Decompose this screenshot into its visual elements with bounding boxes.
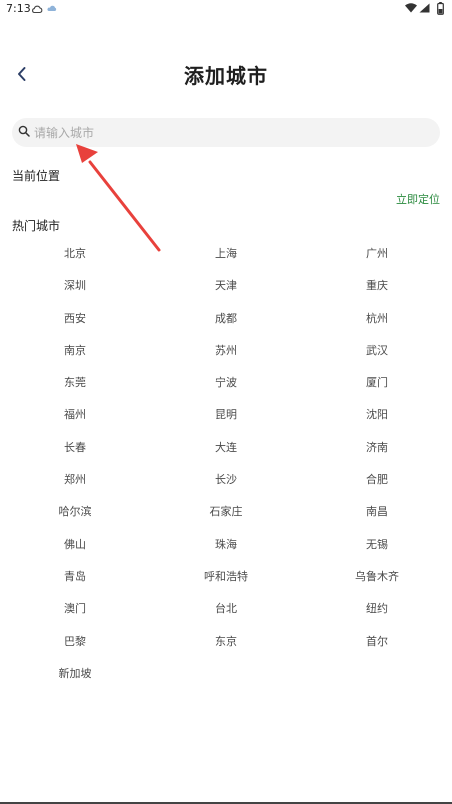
weather-icon	[47, 5, 57, 11]
add-city-screen: 7:13 添加城市 当前位置	[0, 0, 452, 804]
city-item[interactable]: 南京	[0, 335, 150, 367]
city-item[interactable]: 乌鲁木齐	[302, 561, 452, 593]
city-item[interactable]: 青岛	[0, 561, 150, 593]
city-item[interactable]: 深圳	[0, 270, 150, 302]
city-item[interactable]: 佛山	[0, 529, 150, 561]
city-item[interactable]: 巴黎	[0, 626, 150, 658]
search-bar[interactable]	[12, 118, 440, 147]
city-item[interactable]: 台北	[150, 593, 302, 625]
city-item[interactable]: 成都	[150, 303, 302, 335]
locate-now-button[interactable]: 立即定位	[396, 191, 440, 207]
city-item[interactable]: 石家庄	[150, 496, 302, 528]
city-item[interactable]: 澳门	[0, 593, 150, 625]
city-item[interactable]: 长沙	[150, 464, 302, 496]
city-item[interactable]: 昆明	[150, 399, 302, 431]
city-item[interactable]: 上海	[150, 238, 302, 270]
search-input[interactable]	[34, 122, 424, 143]
city-item[interactable]: 西安	[0, 303, 150, 335]
city-item[interactable]: 南昌	[302, 496, 452, 528]
city-item[interactable]: 北京	[0, 238, 150, 270]
city-item[interactable]: 苏州	[150, 335, 302, 367]
page-title: 添加城市	[184, 64, 268, 88]
status-time: 7:13	[6, 2, 31, 15]
wifi-icon	[405, 3, 417, 13]
city-item[interactable]: 福州	[0, 399, 150, 431]
city-item[interactable]: 杭州	[302, 303, 452, 335]
city-item[interactable]: 新加坡	[0, 658, 150, 690]
city-item[interactable]: 合肥	[302, 464, 452, 496]
city-item[interactable]: 郑州	[0, 464, 150, 496]
city-item[interactable]: 东京	[150, 626, 302, 658]
city-item[interactable]: 长春	[0, 432, 150, 464]
hot-cities-grid: 北京 上海 广州深圳 天津 重庆西安 成都 杭州南京 苏州 武汉东莞 宁波 厦门福州 昆明 沈阳长春 大连…	[0, 238, 452, 690]
city-item[interactable]: 大连	[150, 432, 302, 464]
city-item[interactable]: 首尔	[302, 626, 452, 658]
city-item[interactable]: 重庆	[302, 270, 452, 302]
city-item[interactable]: 宁波	[150, 367, 302, 399]
city-item[interactable]: 珠海	[150, 529, 302, 561]
city-item[interactable]: 哈尔滨	[0, 496, 150, 528]
header: 添加城市	[0, 52, 452, 96]
city-item[interactable]: 东莞	[0, 367, 150, 399]
cloud-icon	[32, 5, 43, 14]
search-icon	[18, 125, 30, 137]
battery-icon	[437, 2, 444, 15]
city-item[interactable]: 天津	[150, 270, 302, 302]
city-item[interactable]: 厦门	[302, 367, 452, 399]
city-item[interactable]: 呼和浩特	[150, 561, 302, 593]
city-item[interactable]: 济南	[302, 432, 452, 464]
city-item[interactable]: 广州	[302, 238, 452, 270]
city-item[interactable]: 武汉	[302, 335, 452, 367]
city-item[interactable]: 纽约	[302, 593, 452, 625]
current-location-label: 当前位置	[12, 169, 61, 183]
signal-icon	[419, 3, 430, 13]
city-item[interactable]: 无锡	[302, 529, 452, 561]
city-item[interactable]: 沈阳	[302, 399, 452, 431]
hot-cities-label: 热门城市	[12, 219, 61, 233]
status-bar: 7:13	[0, 0, 452, 20]
